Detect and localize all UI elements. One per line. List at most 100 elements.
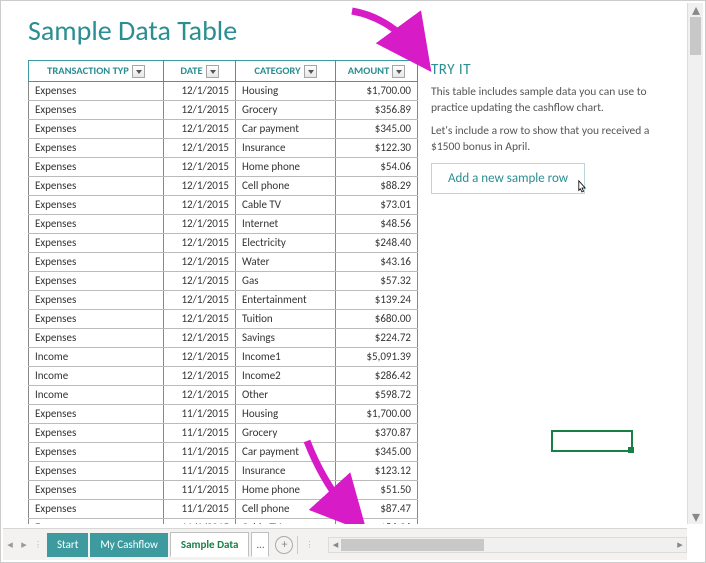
table-row[interactable]: Expenses12/1/2015Water$43.16 bbox=[29, 252, 418, 271]
table-row[interactable]: Expenses12/1/2015Insurance$122.30 bbox=[29, 138, 418, 157]
table-row[interactable]: Income12/1/2015Income1$5,091.39 bbox=[29, 347, 418, 366]
table-row[interactable]: Expenses12/1/2015Car payment$345.00 bbox=[29, 119, 418, 138]
vertical-scrollbar[interactable]: ▴ ▾ bbox=[687, 3, 703, 524]
cell-ct[interactable]: Housing bbox=[236, 404, 336, 423]
filter-dropdown-icon[interactable] bbox=[206, 65, 219, 78]
cell-am[interactable]: $345.00 bbox=[336, 119, 418, 138]
cell-am[interactable]: $86.36 bbox=[336, 518, 418, 524]
cell-am[interactable]: $356.89 bbox=[336, 100, 418, 119]
cell-am[interactable]: $139.24 bbox=[336, 290, 418, 309]
scroll-up-icon[interactable]: ▴ bbox=[688, 3, 704, 17]
cell-tt[interactable]: Expenses bbox=[29, 176, 164, 195]
cell-am[interactable]: $54.06 bbox=[336, 157, 418, 176]
cell-tt[interactable]: Expenses bbox=[29, 233, 164, 252]
cell-ct[interactable]: Water bbox=[236, 252, 336, 271]
cell-dt[interactable]: 12/1/2015 bbox=[164, 233, 236, 252]
cell-tt[interactable]: Expenses bbox=[29, 252, 164, 271]
cell-am[interactable]: $1,700.00 bbox=[336, 81, 418, 100]
selected-cell[interactable] bbox=[551, 430, 633, 452]
cell-dt[interactable]: 12/1/2015 bbox=[164, 366, 236, 385]
cell-dt[interactable]: 11/1/2015 bbox=[164, 499, 236, 518]
col-transaction-type[interactable]: TRANSACTION TYP bbox=[29, 61, 164, 82]
hscroll-thumb[interactable] bbox=[341, 539, 484, 551]
scroll-left-icon[interactable]: ◂ bbox=[329, 538, 341, 552]
cell-am[interactable]: $1,700.00 bbox=[336, 404, 418, 423]
scroll-down-icon[interactable]: ▾ bbox=[688, 510, 704, 524]
table-row[interactable]: Expenses12/1/2015Tuition$680.00 bbox=[29, 309, 418, 328]
horizontal-scrollbar[interactable]: ◂ ▸ bbox=[328, 537, 687, 553]
cell-tt[interactable]: Income bbox=[29, 347, 164, 366]
cell-am[interactable]: $224.72 bbox=[336, 328, 418, 347]
table-row[interactable]: Expenses11/1/2015Cable TV$86.36 bbox=[29, 518, 418, 524]
cell-ct[interactable]: Home phone bbox=[236, 480, 336, 499]
cell-tt[interactable]: Expenses bbox=[29, 290, 164, 309]
table-row[interactable]: Expenses12/1/2015Savings$224.72 bbox=[29, 328, 418, 347]
cell-ct[interactable]: Internet bbox=[236, 214, 336, 233]
cell-tt[interactable]: Expenses bbox=[29, 100, 164, 119]
cell-ct[interactable]: Housing bbox=[236, 81, 336, 100]
table-row[interactable]: Expenses12/1/2015Cable TV$73.01 bbox=[29, 195, 418, 214]
table-row[interactable]: Expenses11/1/2015Housing$1,700.00 bbox=[29, 404, 418, 423]
cell-am[interactable]: $598.72 bbox=[336, 385, 418, 404]
cell-dt[interactable]: 12/1/2015 bbox=[164, 138, 236, 157]
cell-tt[interactable]: Expenses bbox=[29, 442, 164, 461]
tab-split-handle[interactable]: ⋮ bbox=[34, 540, 42, 550]
col-amount[interactable]: AMOUNT bbox=[336, 61, 418, 82]
cell-tt[interactable]: Expenses bbox=[29, 81, 164, 100]
cell-ct[interactable]: Gas bbox=[236, 271, 336, 290]
table-row[interactable]: Expenses12/1/2015Electricity$248.40 bbox=[29, 233, 418, 252]
cell-tt[interactable]: Expenses bbox=[29, 195, 164, 214]
cell-am[interactable]: $345.00 bbox=[336, 442, 418, 461]
cell-ct[interactable]: Tuition bbox=[236, 309, 336, 328]
cell-tt[interactable]: Expenses bbox=[29, 271, 164, 290]
cell-am[interactable]: $123.12 bbox=[336, 461, 418, 480]
table-row[interactable]: Expenses12/1/2015Entertainment$139.24 bbox=[29, 290, 418, 309]
cell-am[interactable]: $370.87 bbox=[336, 423, 418, 442]
cell-am[interactable]: $88.29 bbox=[336, 176, 418, 195]
cell-dt[interactable]: 12/1/2015 bbox=[164, 100, 236, 119]
table-row[interactable]: Expenses11/1/2015Car payment$345.00 bbox=[29, 442, 418, 461]
col-date[interactable]: DATE bbox=[164, 61, 236, 82]
cell-am[interactable]: $73.01 bbox=[336, 195, 418, 214]
filter-dropdown-icon[interactable] bbox=[392, 65, 405, 78]
cell-tt[interactable]: Income bbox=[29, 385, 164, 404]
cell-am[interactable]: $286.42 bbox=[336, 366, 418, 385]
cell-tt[interactable]: Expenses bbox=[29, 423, 164, 442]
cell-am[interactable]: $248.40 bbox=[336, 233, 418, 252]
cell-tt[interactable]: Expenses bbox=[29, 214, 164, 233]
cell-am[interactable]: $57.32 bbox=[336, 271, 418, 290]
cell-dt[interactable]: 12/1/2015 bbox=[164, 290, 236, 309]
table-row[interactable]: Expenses12/1/2015Internet$48.56 bbox=[29, 214, 418, 233]
cell-tt[interactable]: Expenses bbox=[29, 328, 164, 347]
cell-ct[interactable]: Entertainment bbox=[236, 290, 336, 309]
cell-ct[interactable]: Insurance bbox=[236, 138, 336, 157]
tab-nav-prev-icon[interactable]: ◂ bbox=[3, 538, 17, 551]
tab-sample-data[interactable]: Sample Data bbox=[170, 532, 250, 557]
tab-scroll-split[interactable]: ⋮ bbox=[305, 540, 313, 550]
cell-ct[interactable]: Grocery bbox=[236, 423, 336, 442]
cell-ct[interactable]: Cell phone bbox=[236, 176, 336, 195]
cell-am[interactable]: $122.30 bbox=[336, 138, 418, 157]
cell-tt[interactable]: Expenses bbox=[29, 461, 164, 480]
cell-tt[interactable]: Expenses bbox=[29, 138, 164, 157]
cell-am[interactable]: $5,091.39 bbox=[336, 347, 418, 366]
cell-ct[interactable]: Home phone bbox=[236, 157, 336, 176]
table-row[interactable]: Expenses12/1/2015Gas$57.32 bbox=[29, 271, 418, 290]
cell-dt[interactable]: 12/1/2015 bbox=[164, 157, 236, 176]
table-row[interactable]: Expenses11/1/2015Grocery$370.87 bbox=[29, 423, 418, 442]
cell-ct[interactable]: Electricity bbox=[236, 233, 336, 252]
cell-am[interactable]: $43.16 bbox=[336, 252, 418, 271]
cell-tt[interactable]: Expenses bbox=[29, 480, 164, 499]
tab-nav-next-icon[interactable]: ▸ bbox=[17, 538, 31, 551]
cell-dt[interactable]: 12/1/2015 bbox=[164, 214, 236, 233]
cell-dt[interactable]: 11/1/2015 bbox=[164, 442, 236, 461]
cell-am[interactable]: $87.47 bbox=[336, 499, 418, 518]
cell-dt[interactable]: 12/1/2015 bbox=[164, 195, 236, 214]
cell-am[interactable]: $48.56 bbox=[336, 214, 418, 233]
cell-ct[interactable]: Savings bbox=[236, 328, 336, 347]
cell-tt[interactable]: Expenses bbox=[29, 518, 164, 524]
cell-ct[interactable]: Income2 bbox=[236, 366, 336, 385]
cell-tt[interactable]: Expenses bbox=[29, 499, 164, 518]
cell-am[interactable]: $680.00 bbox=[336, 309, 418, 328]
cell-ct[interactable]: Cable TV bbox=[236, 518, 336, 524]
